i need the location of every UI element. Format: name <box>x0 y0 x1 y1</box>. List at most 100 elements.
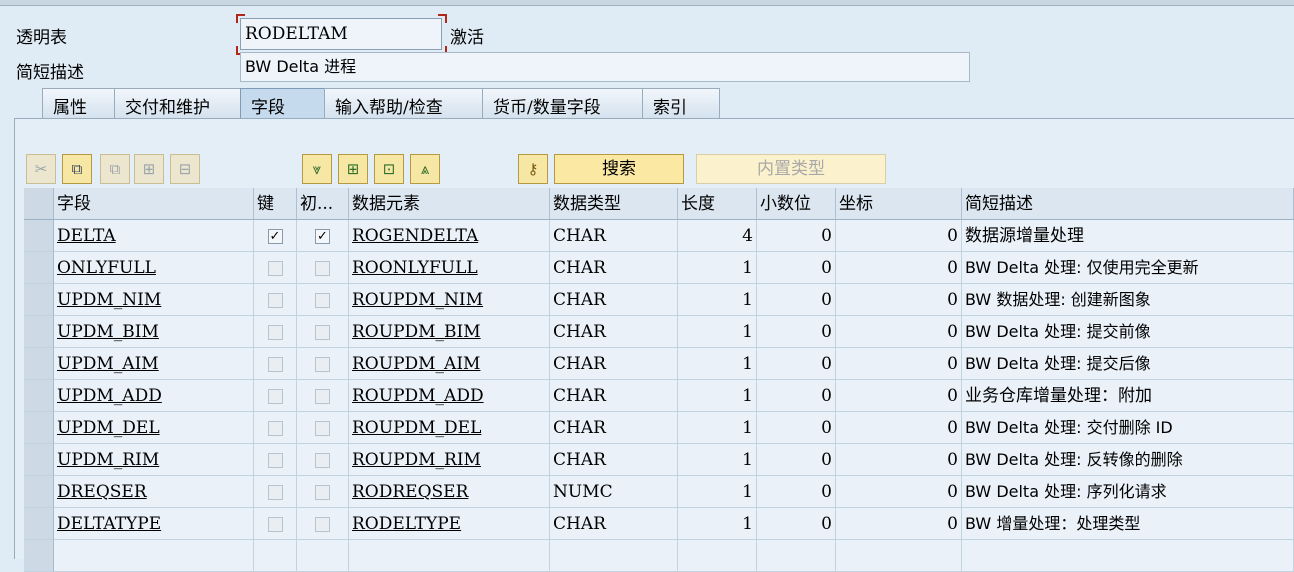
paste-icon[interactable]: ⧉ <box>100 154 130 184</box>
table-name-field[interactable]: RODELTAM <box>240 18 442 50</box>
key-checkbox[interactable] <box>267 389 283 404</box>
row-selector[interactable] <box>24 348 54 380</box>
tab-attributes[interactable]: 属性 <box>42 88 118 118</box>
length-cell: 1 <box>678 444 757 476</box>
col-header-initial[interactable]: 初... <box>297 188 349 220</box>
initial-value-checkbox[interactable] <box>315 261 330 276</box>
decimals-cell: 0 <box>757 476 836 508</box>
data-element-cell[interactable]: ROUPDM_BIM <box>349 316 550 348</box>
initial-value-checkbox[interactable] <box>315 485 330 500</box>
field-name-cell[interactable]: UPDM_AIM <box>54 348 254 380</box>
tab-indexes[interactable]: 索引 <box>642 88 720 118</box>
table-row[interactable]: UPDM_AIM ROUPDM_AIM CHAR 1 0 0 BW Delta 处理: 提交… <box>24 348 1294 380</box>
data-element-cell[interactable]: ROGENDELTA <box>349 220 550 252</box>
row-selector[interactable] <box>24 380 54 412</box>
col-header-data-element[interactable]: 数据元素 <box>349 188 550 220</box>
col-header-coordinate[interactable]: 坐标 <box>836 188 962 220</box>
table-row[interactable]: UPDM_BIM ROUPDM_BIM CHAR 1 0 0 BW Delta 处理: 提交… <box>24 316 1294 348</box>
field-name-cell[interactable]: DREQSER <box>54 476 254 508</box>
select-all-cell[interactable] <box>24 188 54 220</box>
initial-value-checkbox[interactable] <box>315 293 330 308</box>
key-checkbox[interactable] <box>267 261 283 276</box>
row-selector[interactable] <box>24 508 54 540</box>
tab-delivery-maintenance[interactable]: 交付和维护 <box>114 88 244 118</box>
table-row[interactable] <box>24 540 1294 572</box>
row-selector[interactable] <box>24 220 54 252</box>
field-name-cell[interactable] <box>54 540 254 572</box>
initial-value-checkbox[interactable] <box>315 517 330 532</box>
key-checkbox[interactable]: ✓ <box>267 229 283 244</box>
move-up-icon[interactable]: ⩓ <box>410 154 440 184</box>
tab-input-help-check[interactable]: 输入帮助/检查 <box>324 88 486 118</box>
search-button[interactable]: 搜索 <box>554 154 684 184</box>
col-header-key[interactable]: 键 <box>254 188 297 220</box>
row-selector[interactable] <box>24 316 54 348</box>
copy-icon[interactable]: ⧉ <box>62 154 92 184</box>
initial-value-checkbox[interactable] <box>315 389 330 404</box>
data-element-cell[interactable]: RODREQSER <box>349 476 550 508</box>
key-checkbox[interactable] <box>267 517 283 532</box>
row-selector[interactable] <box>24 476 54 508</box>
col-header-field[interactable]: 字段 <box>54 188 254 220</box>
col-header-decimals[interactable]: 小数位 <box>757 188 836 220</box>
row-selector[interactable] <box>24 412 54 444</box>
initial-value-checkbox[interactable] <box>315 421 330 436</box>
key-checkbox[interactable] <box>267 325 283 340</box>
data-element-cell[interactable] <box>349 540 550 572</box>
field-name-cell[interactable]: UPDM_NIM <box>54 284 254 316</box>
key-icon[interactable]: ⚷ <box>518 154 548 184</box>
initial-value-checkbox[interactable] <box>315 325 330 340</box>
data-element-cell[interactable]: ROUPDM_NIM <box>349 284 550 316</box>
col-header-length[interactable]: 长度 <box>678 188 757 220</box>
builtin-type-button[interactable]: 内置类型 <box>696 154 886 184</box>
insert-structure-icon[interactable]: ⊞ <box>338 154 368 184</box>
initial-value-checkbox[interactable] <box>315 357 330 372</box>
cut-icon[interactable]: ✂ <box>26 154 56 184</box>
insert-row-icon[interactable]: ⊞ <box>134 154 164 184</box>
col-header-data-type[interactable]: 数据类型 <box>550 188 678 220</box>
row-selector[interactable] <box>24 284 54 316</box>
table-row[interactable]: UPDM_DEL ROUPDM_DEL CHAR 1 0 0 BW Delta 处理: 交付… <box>24 412 1294 444</box>
table-row[interactable]: UPDM_ADD ROUPDM_ADD CHAR 1 0 0 业务仓库增量处理：附加 <box>24 380 1294 412</box>
row-selector[interactable] <box>24 252 54 284</box>
row-selector[interactable] <box>24 540 54 572</box>
field-name-cell[interactable]: ONLYFULL <box>54 252 254 284</box>
key-checkbox[interactable] <box>267 453 283 468</box>
initial-value-checkbox[interactable]: ✓ <box>315 229 330 244</box>
key-checkbox[interactable] <box>267 293 283 308</box>
coordinate-cell: 0 <box>836 476 962 508</box>
append-icon[interactable]: ⊡ <box>374 154 404 184</box>
row-selector[interactable] <box>24 444 54 476</box>
data-element-cell[interactable]: ROUPDM_DEL <box>349 412 550 444</box>
initial-value-checkbox[interactable] <box>315 453 330 468</box>
field-name-cell[interactable]: DELTATYPE <box>54 508 254 540</box>
field-name-cell[interactable]: UPDM_DEL <box>54 412 254 444</box>
col-header-short-description[interactable]: 简短描述 <box>962 188 1294 220</box>
data-element-cell[interactable]: ROUPDM_RIM <box>349 444 550 476</box>
move-down-icon[interactable]: ⩔ <box>302 154 332 184</box>
data-element-cell[interactable]: ROUPDM_ADD <box>349 380 550 412</box>
decimals-cell: 0 <box>757 220 836 252</box>
field-name-cell[interactable]: UPDM_BIM <box>54 316 254 348</box>
table-row[interactable]: ONLYFULL ROONLYFULL CHAR 1 0 0 BW Delta 处理: 仅使… <box>24 252 1294 284</box>
data-element-cell[interactable]: RODELTYPE <box>349 508 550 540</box>
delete-row-icon[interactable]: ⊟ <box>170 154 200 184</box>
data-element-cell[interactable]: ROONLYFULL <box>349 252 550 284</box>
tab-currency-quantity-fields[interactable]: 货币/数量字段 <box>482 88 646 118</box>
key-checkbox-cell <box>254 444 297 476</box>
table-row[interactable]: DELTA ✓ ✓ ROGENDELTA CHAR 4 0 0 数据源增量处理 <box>24 220 1294 252</box>
field-name-cell[interactable]: UPDM_ADD <box>54 380 254 412</box>
field-name-cell[interactable]: UPDM_RIM <box>54 444 254 476</box>
table-row[interactable]: UPDM_RIM ROUPDM_RIM CHAR 1 0 0 BW Delta 处理: 反转… <box>24 444 1294 476</box>
table-row[interactable]: UPDM_NIM ROUPDM_NIM CHAR 1 0 0 BW 数据处理: 创建新图象 <box>24 284 1294 316</box>
table-row[interactable]: DREQSER RODREQSER NUMC 1 0 0 BW Delta 处理: 序列化请… <box>24 476 1294 508</box>
data-element-cell[interactable]: ROUPDM_AIM <box>349 348 550 380</box>
key-checkbox[interactable] <box>267 357 283 372</box>
tab-label: 货币/数量字段 <box>493 98 601 118</box>
key-checkbox[interactable] <box>267 421 283 436</box>
short-description-field[interactable]: BW Delta 进程 <box>240 52 970 82</box>
key-checkbox[interactable] <box>267 485 283 500</box>
table-row[interactable]: DELTATYPE RODELTYPE CHAR 1 0 0 BW 增量处理：处理类型 <box>24 508 1294 540</box>
field-name-cell[interactable]: DELTA <box>54 220 254 252</box>
tab-fields[interactable]: 字段 <box>240 88 328 118</box>
